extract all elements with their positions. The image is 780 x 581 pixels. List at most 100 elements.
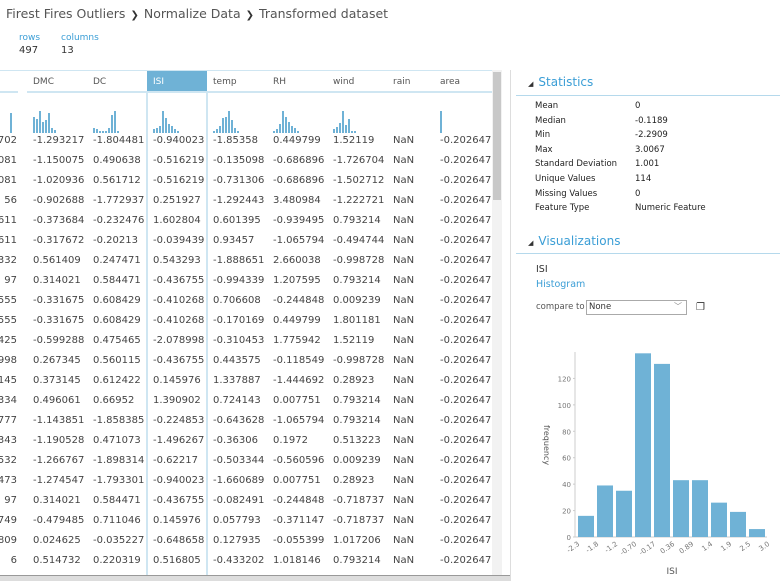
statistics-section-header[interactable]: ◢ Statistics [528,75,593,89]
table-cell[interactable]: -0.202647 [440,175,491,186]
table-cell[interactable]: 3809 [0,535,17,546]
histogram-bar[interactable] [578,515,594,537]
histogram-bar[interactable] [692,480,708,537]
breadcrumb-item[interactable]: Normalize Data [144,6,241,21]
table-cell[interactable]: -0.202647 [440,555,491,566]
table-cell[interactable]: -0.686896 [273,175,324,186]
table-cell[interactable]: -1.065794 [273,415,324,426]
table-cell[interactable]: 56 [4,195,17,206]
table-cell[interactable]: 0.608429 [93,295,141,306]
table-cell[interactable]: -0.224853 [153,415,204,426]
table-cell[interactable]: -1.293217 [33,135,84,146]
table-cell[interactable]: NaN [393,275,414,286]
table-cell[interactable]: -0.516219 [153,175,204,186]
table-cell[interactable]: 473 [0,475,17,486]
table-cell[interactable]: 2702 [0,135,17,146]
table-cell[interactable]: 0.706608 [213,295,261,306]
table-cell[interactable]: -1.020936 [33,175,84,186]
table-cell[interactable]: 0.127935 [213,535,261,546]
table-cell[interactable]: -0.494744 [333,235,384,246]
table-cell[interactable]: -0.317672 [33,235,84,246]
table-cell[interactable]: 334 [0,395,17,406]
table-cell[interactable]: NaN [393,335,414,346]
table-cell[interactable]: -0.371147 [273,515,324,526]
column-header-DC[interactable]: DC [87,71,147,93]
table-cell[interactable]: -0.035227 [93,535,144,546]
table-cell[interactable]: 0.601395 [213,215,261,226]
table-cell[interactable]: 1.602804 [153,215,201,226]
histogram-bar[interactable] [635,353,651,537]
table-cell[interactable]: -1.190528 [33,435,84,446]
table-cell[interactable]: 0.561712 [93,175,141,186]
table-cell[interactable]: -0.170169 [213,315,264,326]
table-cell[interactable]: 0.490638 [93,155,141,166]
table-cell[interactable]: 2.660038 [273,255,321,266]
table-cell[interactable]: -0.939495 [273,215,324,226]
table-cell[interactable]: -0.599288 [33,335,84,346]
table-cell[interactable]: -0.202647 [440,395,491,406]
table-cell[interactable]: NaN [393,395,414,406]
table-cell[interactable]: 0.471073 [93,435,141,446]
table-cell[interactable]: -0.202647 [440,135,491,146]
table-cell[interactable]: -0.331675 [33,295,84,306]
table-cell[interactable]: -0.648658 [153,535,204,546]
table-cell[interactable]: -0.731306 [213,175,264,186]
table-cell[interactable]: -0.436755 [153,355,204,366]
table-cell[interactable]: 0.1972 [273,435,308,446]
table-cell[interactable]: -0.718737 [333,515,384,526]
table-cell[interactable]: 1.018146 [273,555,321,566]
table-cell[interactable]: -0.039439 [153,235,204,246]
table-cell[interactable]: 0.449799 [273,135,321,146]
table-cell[interactable]: 1.801181 [333,315,381,326]
table-cell[interactable]: -1.502712 [333,175,384,186]
table-cell[interactable]: -0.36306 [213,435,258,446]
table-cell[interactable]: -0.135098 [213,155,264,166]
table-cell[interactable]: -0.20213 [93,235,138,246]
table-cell[interactable]: 0.514732 [33,555,81,566]
column-header-rain[interactable]: rain [387,71,434,93]
table-cell[interactable]: -1.065794 [273,235,324,246]
table-cell[interactable]: NaN [393,435,414,446]
table-cell[interactable]: 332 [0,255,17,266]
table-cell[interactable]: -1.726704 [333,155,384,166]
table-cell[interactable]: 1.017206 [333,535,381,546]
table-cell[interactable]: 0.057793 [213,515,261,526]
table-cell[interactable]: 0.793214 [333,555,381,566]
table-cell[interactable]: -0.410268 [153,315,204,326]
table-cell[interactable]: -0.202647 [440,515,491,526]
table-cell[interactable]: -0.998728 [333,255,384,266]
table-cell[interactable]: 3.480984 [273,195,321,206]
table-cell[interactable]: -1.888651 [213,255,264,266]
table-cell[interactable]: 0.612422 [93,375,141,386]
table-cell[interactable]: -0.202647 [440,435,491,446]
table-cell[interactable]: -0.560596 [273,455,324,466]
table-cell[interactable]: 0.561409 [33,255,81,266]
table-cell[interactable]: 0.220319 [93,555,141,566]
table-cell[interactable]: 555 [0,315,17,326]
table-cell[interactable]: 611 [0,215,17,226]
table-cell[interactable]: -0.202647 [440,335,491,346]
table-cell[interactable]: NaN [393,155,414,166]
table-cell[interactable]: -0.643628 [213,415,264,426]
table-cell[interactable]: -0.202647 [440,495,491,506]
table-cell[interactable]: 1.775942 [273,335,321,346]
table-cell[interactable]: 0.724143 [213,395,261,406]
table-cell[interactable]: -1.444692 [273,375,324,386]
table-cell[interactable]: NaN [393,215,414,226]
table-cell[interactable]: -1.772937 [93,195,144,206]
table-cell[interactable]: 0.496061 [33,395,81,406]
table-cell[interactable]: -0.202647 [440,255,491,266]
histogram-link[interactable]: Histogram [536,279,585,290]
table-cell[interactable]: 0.145976 [153,515,201,526]
table-cell[interactable]: -0.244848 [273,495,324,506]
table-cell[interactable]: 0.793214 [333,215,381,226]
column-header-wind[interactable]: wind [327,71,387,93]
table-cell[interactable]: -0.202647 [440,275,491,286]
table-cell[interactable]: 749 [0,515,17,526]
table-cell[interactable]: 081 [0,175,17,186]
table-cell[interactable]: NaN [393,355,414,366]
table-cell[interactable]: 0.543293 [153,255,201,266]
table-cell[interactable]: -0.310453 [213,335,264,346]
table-cell[interactable]: 998 [0,355,17,366]
table-cell[interactable]: NaN [393,235,414,246]
